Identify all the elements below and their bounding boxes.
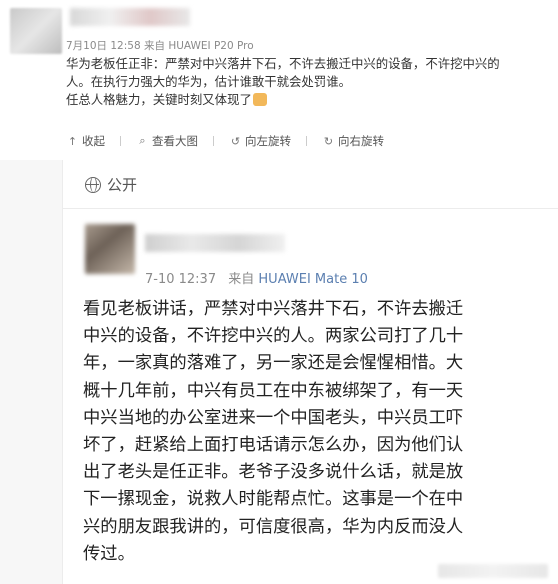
post-body-line: 下一摞现金，说救人时能帮点忙。这事是一个在中 (83, 489, 464, 510)
collapse-label: 收起 (82, 134, 105, 148)
visibility-label: 公开 (107, 176, 138, 194)
post-text-line: 任总人格魅力，关键时刻又体现了 (66, 91, 552, 109)
post-body-line: 中兴当地的办公室进来一个中国老头，中兴员工吓 (83, 407, 464, 428)
thumbs-up-icon (252, 93, 267, 106)
image-action-bar: ↑ 收起 ⌕ 查看大图 ↺ 向左旋转 ↻ 向右旋转 (66, 133, 399, 149)
rotate-left-icon: ↺ (230, 134, 241, 148)
embedded-screenshot-area: 公开 7-10 12:37 来自 HUAWEI Mate 10 看见老板讲话，严… (0, 160, 558, 584)
watermark (438, 564, 548, 578)
divider (213, 136, 214, 146)
rotate-right-button[interactable]: ↻ 向右旋转 (322, 133, 384, 149)
post-body-line: 概十几年前，中兴有员工在中东被绑架了，有一天 (83, 380, 464, 401)
source-prefix: 来自 (228, 272, 255, 287)
post-text-line: 华为老板任正非：严禁对中兴落井下石，不许去搬迁中兴的设备，不许挖中兴的 (66, 56, 500, 71)
visibility-row: 公开 (85, 174, 137, 195)
post-body-line: 兴的朋友跟我讲的，可信度很高，华为内反而没人 (83, 516, 464, 537)
view-large-image-label: 查看大图 (152, 134, 198, 148)
rotate-left-button[interactable]: ↺ 向左旋转 (229, 133, 291, 149)
embedded-screenshot: 公开 7-10 12:37 来自 HUAWEI Mate 10 看见老板讲话，严… (62, 160, 558, 584)
avatar[interactable] (10, 8, 62, 54)
weibo-post-card: 7月10日 12:58 来自 HUAWEI P20 Pro 华为老板任正非：严禁… (0, 0, 558, 160)
rotate-right-label: 向右旋转 (338, 134, 384, 148)
device-name: HUAWEI Mate 10 (258, 272, 368, 287)
post-meta: 7-10 12:37 来自 HUAWEI Mate 10 (145, 268, 368, 287)
post-body-line: 年，一家真的落难了，另一家还是会惺惺相惜。大 (83, 353, 464, 374)
divider (306, 136, 307, 146)
rotate-left-label: 向左旋转 (245, 134, 291, 148)
avatar (85, 224, 135, 274)
post-body-line: 中兴的设备，不许挖中兴的人。两家公司打了几十 (83, 326, 464, 347)
post-body-line: 看见老板讲话，严禁对中兴落井下石，不许去搬迁 (83, 299, 464, 319)
post-body-line: 坏了，赶紧给上面打电话请示怎么办，因为他们认 (83, 435, 464, 456)
view-large-image-button[interactable]: ⌕ 查看大图 (136, 133, 198, 149)
post-text-line: 人。在执行力强大的华为，估计谁敢干就会处罚谁。 (66, 74, 351, 89)
post-time: 7-10 12:37 (145, 272, 217, 287)
divider (63, 208, 558, 209)
rotate-right-icon: ↻ (323, 134, 334, 148)
divider (120, 136, 121, 146)
username-blurred (145, 234, 285, 252)
post-text: 华为老板任正非：严禁对中兴落井下石，不许去搬迁中兴的设备，不许挖中兴的 人。在执… (66, 55, 552, 109)
collapse-icon: ↑ (67, 134, 78, 148)
collapse-button[interactable]: ↑ 收起 (66, 133, 105, 149)
post-body-line: 出了老头是任正非。老爷子没多说什么话，就是放 (83, 462, 464, 483)
post-body: 看见老板讲话，严禁对中兴落井下石，不许去搬迁 中兴的设备，不许挖中兴的人。两家公… (83, 296, 549, 568)
zoom-icon: ⌕ (139, 134, 146, 147)
globe-icon (85, 176, 101, 193)
username-blurred[interactable] (70, 8, 190, 26)
post-text-span: 任总人格魅力，关键时刻又体现了 (66, 92, 252, 107)
post-meta: 7月10日 12:58 来自 HUAWEI P20 Pro (66, 40, 254, 52)
